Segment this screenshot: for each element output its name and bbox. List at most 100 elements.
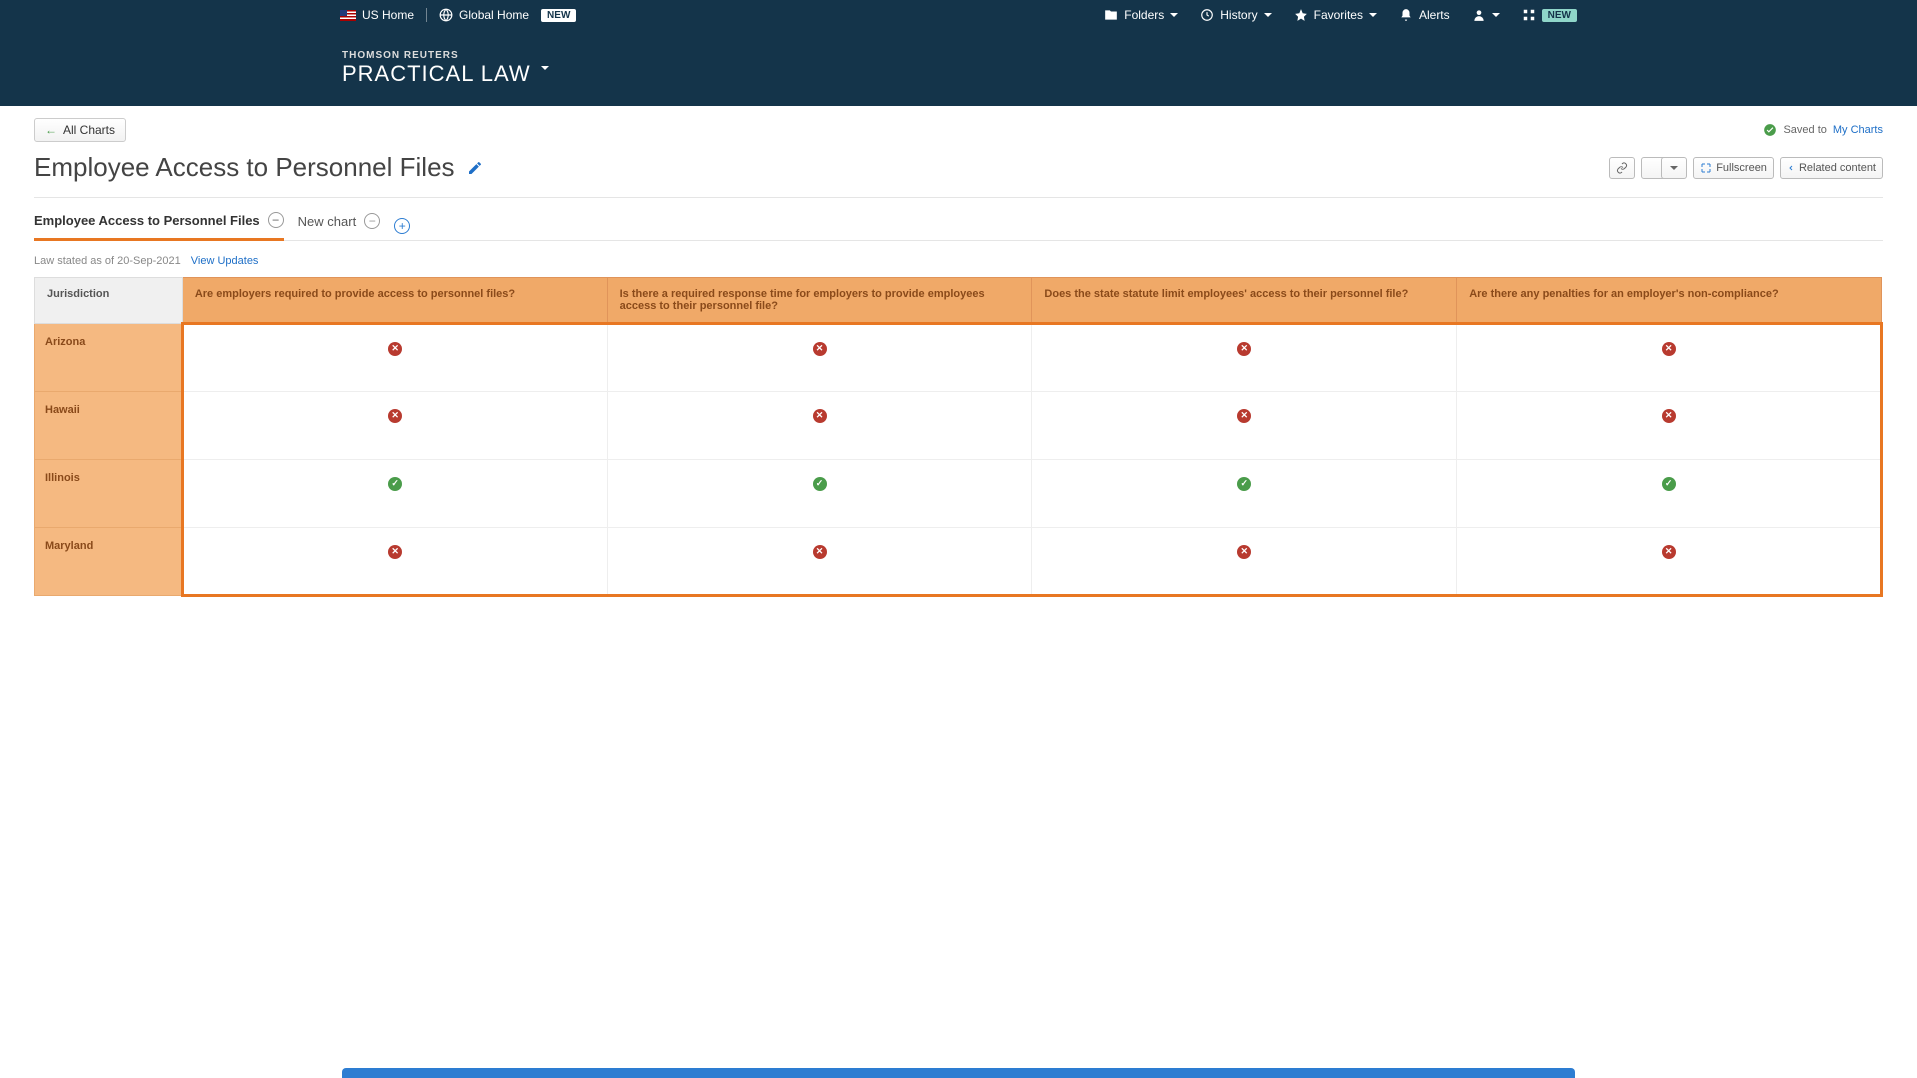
fullscreen-label: Fullscreen bbox=[1716, 162, 1767, 174]
x-icon: ✕ bbox=[388, 545, 402, 559]
data-cell[interactable]: ✕ bbox=[607, 528, 1032, 596]
folders-menu[interactable]: Folders bbox=[1104, 8, 1178, 22]
data-cell[interactable]: ✕ bbox=[182, 528, 607, 596]
column-header-3[interactable]: Does the state statute limit employees' … bbox=[1032, 278, 1457, 324]
folders-label: Folders bbox=[1124, 8, 1164, 22]
brand-top: THOMSON REUTERS bbox=[342, 50, 531, 61]
results-table: Jurisdiction Are employers required to p… bbox=[34, 277, 1883, 597]
star-icon bbox=[1294, 8, 1308, 22]
x-icon: ✕ bbox=[1237, 545, 1251, 559]
data-cell[interactable]: ✕ bbox=[1457, 392, 1882, 460]
favorites-menu[interactable]: Favorites bbox=[1294, 8, 1377, 22]
tab-new-label: New chart bbox=[298, 214, 357, 229]
folder-icon bbox=[1104, 8, 1118, 22]
tab-new-chart[interactable]: New chart − bbox=[298, 213, 381, 239]
plus-circle-icon[interactable]: + bbox=[394, 218, 410, 234]
apps-new-badge: NEW bbox=[1542, 9, 1577, 22]
check-icon: ✓ bbox=[388, 477, 402, 491]
history-icon bbox=[1200, 8, 1214, 22]
link-button[interactable] bbox=[1609, 157, 1635, 179]
x-icon: ✕ bbox=[388, 409, 402, 423]
flag-us-icon bbox=[340, 10, 356, 21]
alerts-label: Alerts bbox=[1419, 8, 1450, 22]
data-cell[interactable]: ✕ bbox=[1032, 528, 1457, 596]
x-icon: ✕ bbox=[1237, 342, 1251, 356]
law-stated-label: Law stated as of 20-Sep-2021 bbox=[34, 255, 181, 267]
chevron-down-icon bbox=[541, 66, 549, 70]
column-header-1[interactable]: Are employers required to provide access… bbox=[182, 278, 607, 324]
minus-circle-icon[interactable]: − bbox=[364, 213, 380, 229]
data-cell[interactable]: ✓ bbox=[1032, 460, 1457, 528]
chevron-down-icon bbox=[1170, 13, 1178, 17]
favorites-label: Favorites bbox=[1314, 8, 1363, 22]
apps-menu[interactable]: NEW bbox=[1522, 8, 1577, 22]
data-cell[interactable]: ✕ bbox=[1032, 392, 1457, 460]
saved-to-label: Saved to bbox=[1783, 124, 1826, 136]
check-icon: ✓ bbox=[1662, 477, 1676, 491]
user-icon bbox=[1472, 8, 1486, 22]
table-row: Arizona ✕ ✕ ✕ ✕ bbox=[35, 324, 1882, 392]
user-menu[interactable] bbox=[1472, 8, 1500, 22]
column-header-jurisdiction[interactable]: Jurisdiction bbox=[35, 278, 183, 324]
chevron-down-icon bbox=[1492, 13, 1500, 17]
all-charts-button[interactable]: ← All Charts bbox=[34, 118, 126, 142]
page-title: Employee Access to Personnel Files bbox=[34, 152, 455, 183]
us-home-label: US Home bbox=[362, 8, 414, 22]
x-icon: ✕ bbox=[1662, 545, 1676, 559]
data-cell[interactable]: ✕ bbox=[1032, 324, 1457, 392]
tab-current-chart[interactable]: Employee Access to Personnel Files − bbox=[34, 212, 284, 241]
topbar-divider bbox=[426, 8, 427, 22]
edit-title-button[interactable] bbox=[467, 160, 483, 176]
data-cell[interactable]: ✓ bbox=[1457, 460, 1882, 528]
related-content-button[interactable]: Related content bbox=[1780, 157, 1883, 179]
bell-icon bbox=[1399, 8, 1413, 22]
x-icon: ✕ bbox=[1662, 409, 1676, 423]
minus-circle-icon[interactable]: − bbox=[268, 212, 284, 228]
x-icon: ✕ bbox=[813, 409, 827, 423]
my-charts-link[interactable]: My Charts bbox=[1833, 124, 1883, 136]
apps-icon bbox=[1522, 8, 1536, 22]
jurisdiction-cell[interactable]: Maryland bbox=[35, 528, 183, 596]
data-cell[interactable]: ✕ bbox=[182, 392, 607, 460]
table-row: Hawaii ✕ ✕ ✕ ✕ bbox=[35, 392, 1882, 460]
data-cell[interactable]: ✕ bbox=[1457, 528, 1882, 596]
globe-icon bbox=[439, 8, 453, 22]
back-arrow-icon: ← bbox=[45, 123, 57, 137]
x-icon: ✕ bbox=[1237, 409, 1251, 423]
column-header-2[interactable]: Is there a required response time for em… bbox=[607, 278, 1032, 324]
jurisdiction-cell[interactable]: Illinois bbox=[35, 460, 183, 528]
data-cell[interactable]: ✓ bbox=[607, 460, 1032, 528]
fullscreen-button[interactable]: Fullscreen bbox=[1693, 157, 1774, 179]
data-cell[interactable]: ✕ bbox=[607, 324, 1032, 392]
all-charts-label: All Charts bbox=[63, 123, 115, 137]
alerts-link[interactable]: Alerts bbox=[1399, 8, 1450, 22]
table-row: Illinois✓✓✓✓ bbox=[35, 460, 1882, 528]
history-label: History bbox=[1220, 8, 1257, 22]
x-icon: ✕ bbox=[1662, 342, 1676, 356]
column-header-4[interactable]: Are there any penalties for an employer'… bbox=[1457, 278, 1882, 324]
x-icon: ✕ bbox=[813, 342, 827, 356]
data-cell[interactable]: ✕ bbox=[182, 324, 607, 392]
chevron-down-icon bbox=[1264, 13, 1272, 17]
global-home-link[interactable]: Global Home bbox=[439, 8, 529, 22]
data-cell[interactable]: ✕ bbox=[1457, 324, 1882, 392]
download-menu-caret[interactable] bbox=[1661, 157, 1687, 179]
tab-current-label: Employee Access to Personnel Files bbox=[34, 213, 260, 228]
brand-dropdown[interactable]: THOMSON REUTERS PRACTICAL LAW bbox=[342, 50, 549, 87]
history-menu[interactable]: History bbox=[1200, 8, 1271, 22]
data-cell[interactable]: ✓ bbox=[182, 460, 607, 528]
chevron-down-icon bbox=[1369, 13, 1377, 17]
global-home-label: Global Home bbox=[459, 8, 529, 22]
global-new-badge: NEW bbox=[541, 9, 576, 22]
data-cell[interactable]: ✕ bbox=[607, 392, 1032, 460]
check-green-icon bbox=[1763, 123, 1777, 137]
brand-main: PRACTICAL LAW bbox=[342, 61, 531, 87]
view-updates-link[interactable]: View Updates bbox=[191, 255, 259, 267]
x-icon: ✕ bbox=[388, 342, 402, 356]
jurisdiction-cell[interactable]: Arizona bbox=[35, 324, 183, 392]
related-content-label: Related content bbox=[1799, 162, 1876, 174]
jurisdiction-cell[interactable]: Hawaii bbox=[35, 392, 183, 460]
bottom-notification-bar[interactable] bbox=[342, 1068, 1575, 1078]
us-home-link[interactable]: US Home bbox=[340, 8, 414, 22]
x-icon: ✕ bbox=[813, 545, 827, 559]
